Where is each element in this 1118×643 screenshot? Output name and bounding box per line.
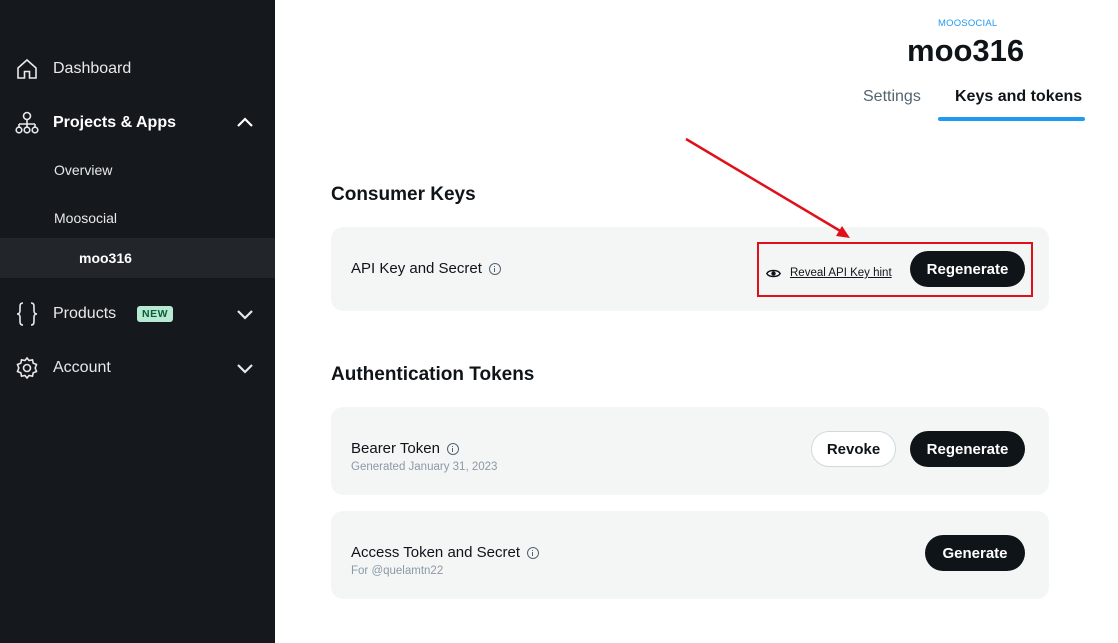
nav-project-moosocial[interactable]: Moosocial — [0, 198, 275, 238]
access-token-label-text: Access Token and Secret — [351, 544, 520, 561]
main-panel: MOOSOCIAL moo316 Settings Keys and token… — [275, 0, 1118, 643]
sitemap-icon — [14, 110, 40, 136]
api-key-label-text: API Key and Secret — [351, 260, 482, 277]
nav-projects-apps-label: Projects & Apps — [53, 114, 176, 131]
access-token-card: Access Token and Secret For @quelamtn22 … — [331, 511, 1049, 599]
chevron-down-icon[interactable] — [234, 303, 256, 325]
info-icon[interactable] — [446, 442, 459, 455]
home-icon — [14, 56, 40, 82]
bearer-token-card: Bearer Token Generated January 31, 2023 … — [331, 407, 1049, 495]
braces-icon — [14, 301, 40, 327]
nav-project-label: Moosocial — [54, 210, 118, 226]
info-icon[interactable] — [526, 546, 539, 559]
bearer-token-label: Bearer Token — [351, 440, 459, 457]
access-token-label: Access Token and Secret — [351, 544, 539, 561]
tab-keys-and-tokens[interactable]: Keys and tokens — [955, 88, 1082, 106]
regenerate-bearer-button[interactable]: Regenerate — [910, 431, 1025, 467]
chevron-up-icon[interactable] — [234, 112, 256, 134]
org-name: MOOSOCIAL — [938, 18, 998, 29]
app-header: MOOSOCIAL moo316 Settings Keys and token… — [275, 0, 1118, 121]
nav-app-moo316[interactable]: moo316 — [0, 238, 275, 278]
bearer-token-label-text: Bearer Token — [351, 440, 440, 457]
nav-app-label: moo316 — [79, 250, 132, 266]
api-key-label: API Key and Secret — [351, 260, 501, 277]
revoke-button[interactable]: Revoke — [811, 431, 896, 467]
annotation-highlight-box — [757, 242, 1033, 297]
consumer-keys-title: Consumer Keys — [331, 184, 476, 205]
generate-access-token-button[interactable]: Generate — [925, 535, 1025, 571]
keys-content: Consumer Keys API Key and Secret Reveal … — [275, 121, 1118, 643]
chevron-down-icon[interactable] — [234, 357, 256, 379]
page-title: moo316 — [907, 33, 1025, 68]
new-badge: NEW — [137, 306, 173, 322]
gear-icon — [14, 355, 40, 381]
nav-account-label: Account — [53, 359, 111, 376]
nav-dashboard[interactable]: Dashboard — [0, 54, 275, 84]
bearer-token-generated: Generated January 31, 2023 — [351, 461, 498, 473]
nav-projects-apps[interactable]: Projects & Apps — [0, 108, 275, 138]
nav-account[interactable]: Account — [0, 353, 275, 383]
nav-products[interactable]: Products NEW — [0, 299, 275, 329]
access-token-owner: For @quelamtn22 — [351, 565, 444, 577]
tab-settings[interactable]: Settings — [863, 88, 921, 106]
sidebar: Dashboard Projects & Apps Overview Mooso… — [0, 0, 275, 643]
nav-overview-label: Overview — [54, 162, 113, 178]
nav-dashboard-label: Dashboard — [53, 60, 132, 77]
info-icon[interactable] — [488, 262, 501, 275]
nav-overview[interactable]: Overview — [0, 150, 275, 190]
nav-products-label: Products — [53, 305, 117, 322]
auth-tokens-title: Authentication Tokens — [331, 364, 535, 385]
